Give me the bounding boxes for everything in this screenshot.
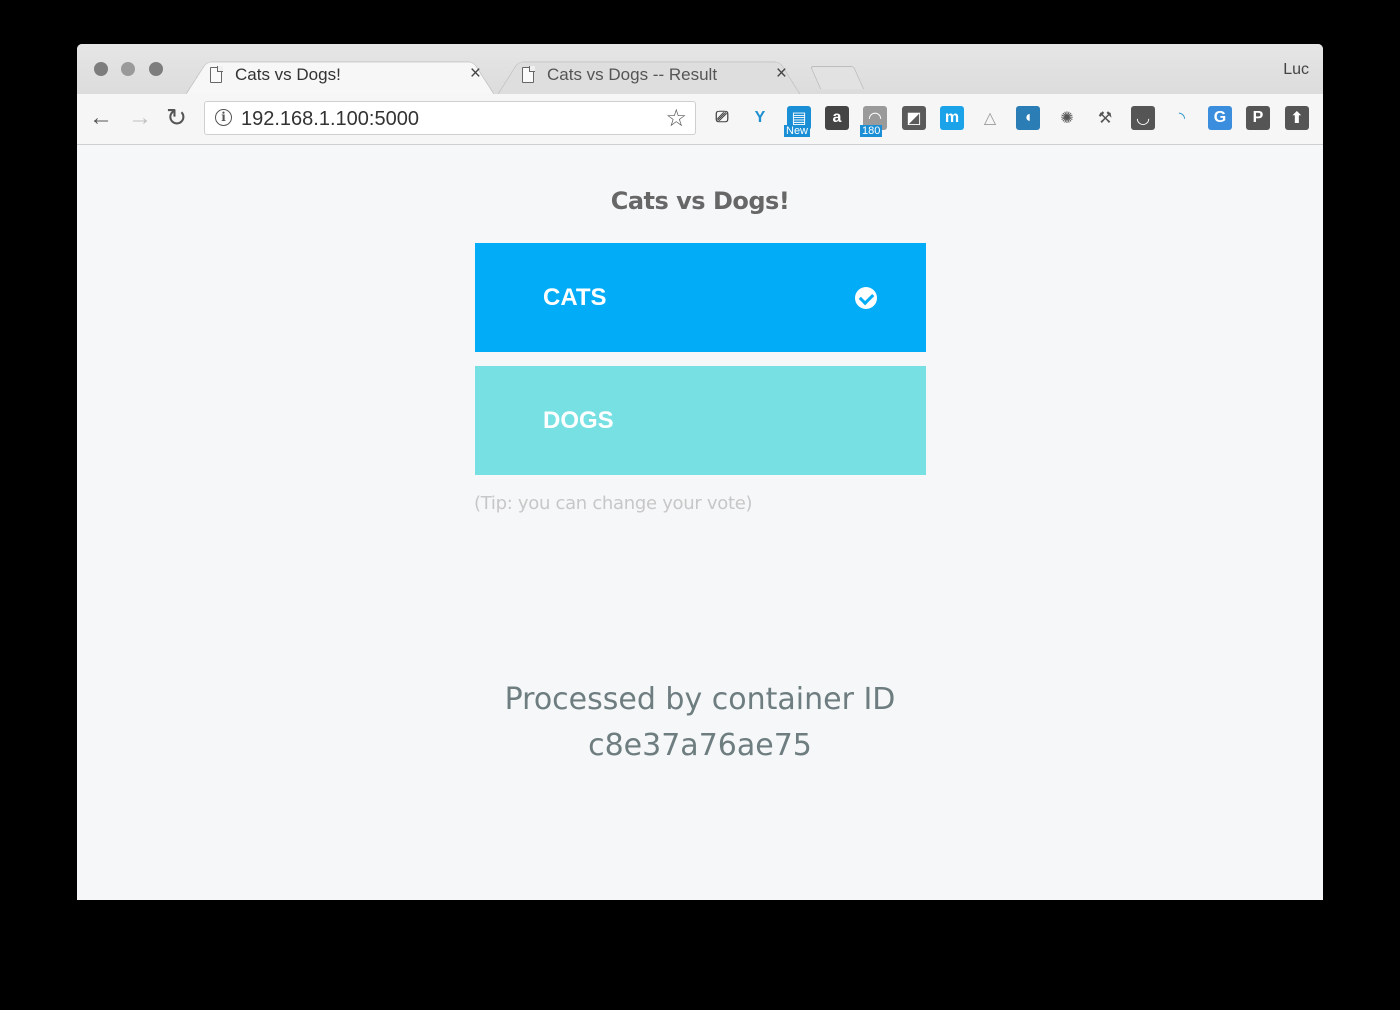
amazon-icon[interactable]: a [825, 106, 849, 130]
tab-cats-vs-dogs-result[interactable]: Cats vs Dogs -- Result × [497, 55, 801, 95]
check-circle-icon [855, 287, 877, 309]
signal-extension-icon[interactable]: ◝ [1170, 106, 1194, 130]
zoom-window-button[interactable] [149, 62, 163, 76]
profile-name[interactable]: Luc [1283, 61, 1309, 79]
drive-icon[interactable]: △ [978, 106, 1002, 130]
option-label: DOGS [543, 406, 614, 434]
url-text[interactable]: 192.168.1.100:5000 [241, 108, 419, 131]
tab-title: Cats vs Dogs -- Result [547, 65, 718, 84]
vote-cats-button[interactable]: CATS [475, 243, 926, 352]
wave-extension-icon[interactable]: ◖ [1016, 106, 1040, 130]
title-bar: Cats vs Dogs! × Cats vs Dogs -- Result ×… [77, 44, 1323, 95]
rss-icon[interactable]: ◠ 180 [860, 106, 887, 137]
option-label: CATS [543, 283, 607, 311]
page-title: Cats vs Dogs! [610, 187, 790, 215]
cast-icon[interactable]: ⎚ [710, 106, 734, 130]
browser-window: Cats vs Dogs! × Cats vs Dogs -- Result ×… [77, 44, 1323, 900]
bookmark-star-icon[interactable]: ☆ [665, 104, 687, 133]
info-icon[interactable]: i [215, 109, 232, 126]
processed-label: Processed by container ID [504, 682, 896, 717]
translate-icon[interactable]: G [1208, 106, 1232, 130]
document-icon [522, 66, 535, 83]
globe-extension-icon[interactable]: ✺ [1055, 106, 1079, 130]
close-tab-icon[interactable]: × [470, 63, 481, 85]
tab-cats-vs-dogs[interactable]: Cats vs Dogs! × [185, 55, 495, 95]
back-arrow-icon[interactable]: ← [89, 105, 113, 131]
document-icon [210, 66, 223, 83]
tip-text: (Tip: you can change your vote) [474, 493, 753, 514]
page-content: Cats vs Dogs! CATS DOGS (Tip: you can ch… [77, 145, 1323, 900]
container-id: c8e37a76ae75 [588, 728, 812, 763]
container-info: Processed by container ID c8e37a76ae75 [77, 677, 1323, 769]
minimize-window-button[interactable] [121, 62, 135, 76]
new-tab-button[interactable] [809, 66, 865, 89]
square-extension-icon[interactable]: ◩ [902, 106, 926, 130]
upload-extension-icon[interactable]: ⬆ [1285, 106, 1309, 130]
extension-badge: 180 [860, 125, 883, 137]
address-bar[interactable]: i 192.168.1.100:5000 ☆ [204, 101, 696, 135]
y-extension-icon[interactable]: Y [748, 106, 772, 130]
vote-dogs-button[interactable]: DOGS [475, 366, 926, 475]
new-extension-icon[interactable]: ▤ New [784, 106, 811, 137]
m-extension-icon[interactable]: m [940, 106, 964, 130]
close-tab-icon[interactable]: × [776, 63, 787, 85]
reload-icon[interactable]: ↻ [166, 105, 187, 131]
close-window-button[interactable] [94, 62, 108, 76]
tools-extension-icon[interactable]: ⚒ [1093, 106, 1117, 130]
pocket-icon[interactable]: ◡ [1131, 106, 1155, 130]
forward-arrow-icon[interactable]: → [128, 105, 152, 131]
tab-title: Cats vs Dogs! [235, 65, 341, 84]
p-extension-icon[interactable]: P [1246, 106, 1270, 130]
browser-toolbar: ← → ↻ i 192.168.1.100:5000 ☆ ⎚ Y ▤ New a ◠ 180… [77, 94, 1323, 145]
extension-badge: New [784, 125, 811, 137]
